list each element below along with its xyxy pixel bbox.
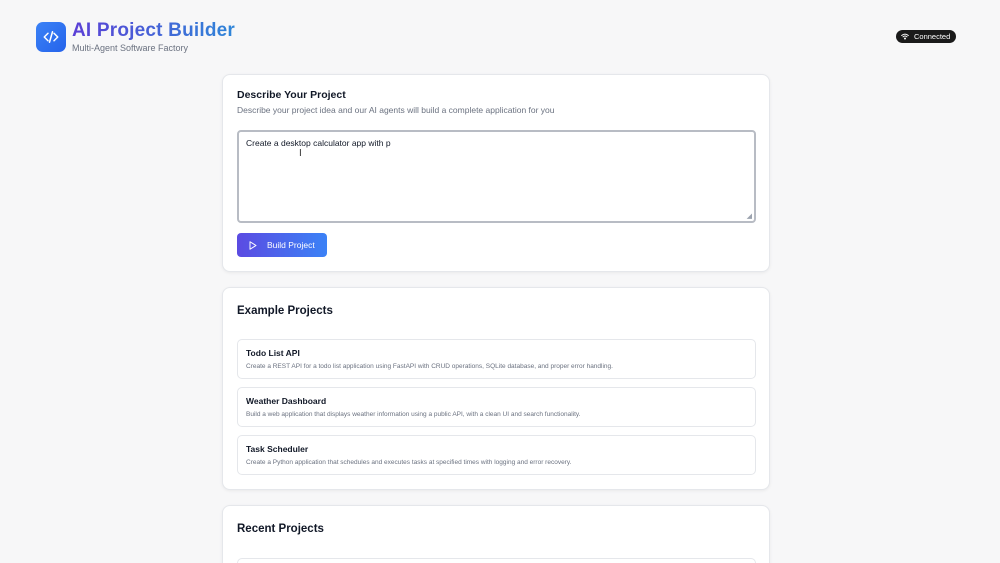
app-title: AI Project Builder (72, 20, 236, 41)
example-description: Create a REST API for a todo list applic… (246, 363, 613, 370)
text-cursor-icon: I (299, 148, 302, 159)
build-project-label: Build Project (267, 240, 315, 250)
recent-projects-card: Recent Projects (222, 505, 770, 563)
example-title: Todo List API (246, 348, 300, 358)
example-item-todo-list-api[interactable]: Todo List API Create a REST API for a to… (237, 339, 756, 379)
connection-status-badge: Connected (896, 30, 957, 43)
describe-title: Describe Your Project (237, 89, 346, 101)
build-project-button[interactable]: Build Project (237, 233, 327, 257)
recent-title: Recent Projects (237, 523, 324, 535)
app-header: AI Project Builder Multi-Agent Software … (0, 0, 1000, 70)
example-title: Weather Dashboard (246, 396, 327, 406)
describe-subtitle: Describe your project idea and our AI ag… (237, 105, 555, 115)
project-description-value: Create a desktop calculator app with p (246, 138, 391, 148)
resize-handle-icon[interactable]: ◢ (747, 212, 752, 220)
example-description: Build a web application that displays we… (246, 411, 581, 418)
example-title: Task Scheduler (246, 444, 309, 454)
examples-title: Example Projects (237, 305, 333, 317)
example-projects-card: Example Projects Todo List API Create a … (222, 287, 770, 490)
play-icon (249, 240, 257, 250)
example-description: Create a Python application that schedul… (246, 459, 572, 466)
code-icon (43, 31, 59, 43)
app-subtitle: Multi-Agent Software Factory (72, 43, 189, 53)
status-label: Connected (914, 32, 951, 41)
wifi-icon (901, 33, 909, 40)
recent-project-item[interactable] (237, 558, 756, 563)
app-logo (36, 22, 66, 52)
project-description-input[interactable]: Create a desktop calculator app with p I… (237, 130, 756, 223)
describe-project-card: Describe Your Project Describe your proj… (222, 74, 770, 272)
example-item-weather-dashboard[interactable]: Weather Dashboard Build a web applicatio… (237, 387, 756, 427)
example-item-task-scheduler[interactable]: Task Scheduler Create a Python applicati… (237, 435, 756, 475)
